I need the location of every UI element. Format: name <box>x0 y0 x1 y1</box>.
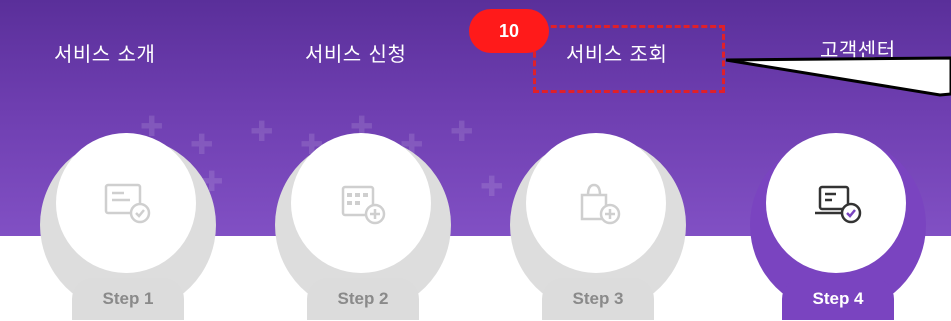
step-4[interactable]: Step 4 <box>740 133 940 321</box>
step-3[interactable]: Step 3 <box>500 133 700 321</box>
card-check-icon <box>104 183 151 224</box>
step-label: Step 1 <box>72 278 184 320</box>
step-label: Step 4 <box>782 278 894 320</box>
laptop-check-icon <box>815 185 862 224</box>
step-1[interactable]: Step 1 <box>30 133 230 321</box>
calculator-plus-icon <box>341 185 386 225</box>
annotation-badge: 10 <box>469 9 549 53</box>
nav-customer-center[interactable]: 고객센터 <box>820 34 896 63</box>
highlight-box <box>533 25 725 93</box>
step-label: Step 3 <box>542 278 654 320</box>
nav-service-apply[interactable]: 서비스 신청 <box>305 38 406 67</box>
shopping-bag-plus-icon <box>580 183 621 225</box>
step-label: Step 2 <box>307 278 419 320</box>
step-2[interactable]: Step 2 <box>265 133 465 321</box>
nav-service-intro[interactable]: 서비스 소개 <box>54 38 155 67</box>
